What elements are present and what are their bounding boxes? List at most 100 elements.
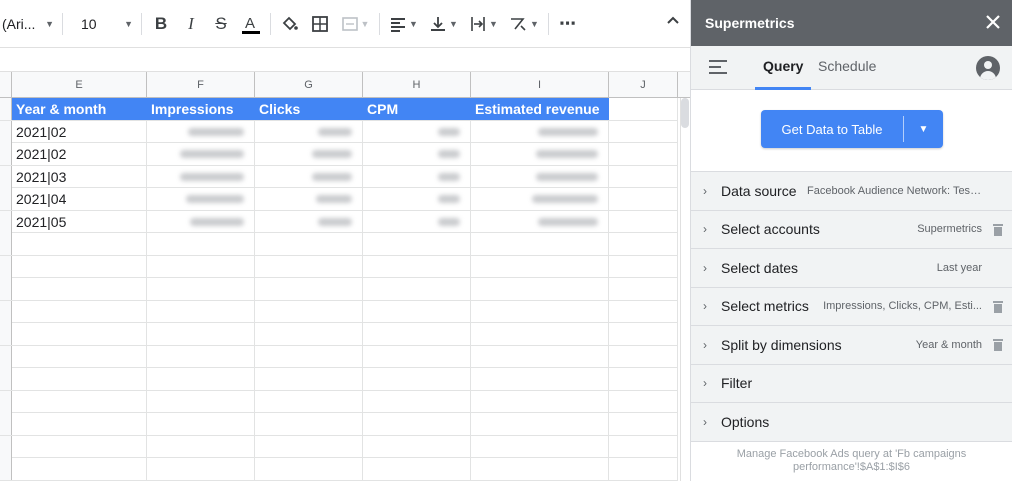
table-cell[interactable]	[255, 413, 363, 435]
table-header-cell[interactable]: Year & month	[12, 98, 147, 120]
table-cell[interactable]	[12, 278, 147, 300]
table-header-cell[interactable]: Impressions	[147, 98, 255, 120]
corner-cell[interactable]	[0, 72, 12, 98]
table-cell[interactable]	[471, 435, 609, 458]
table-cell[interactable]	[147, 345, 255, 368]
table-cell[interactable]	[609, 300, 678, 323]
menu-icon[interactable]	[709, 60, 727, 79]
table-cell[interactable]	[609, 368, 678, 390]
column-header-i[interactable]: I	[471, 72, 609, 98]
table-cell[interactable]: 2021|04	[12, 188, 147, 210]
font-size-select[interactable]: 10 ▼	[67, 16, 137, 32]
row-header[interactable]	[0, 278, 12, 300]
table-cell[interactable]	[147, 435, 255, 458]
text-rotation-button[interactable]: ▼	[504, 9, 544, 39]
table-cell[interactable]	[255, 300, 363, 323]
table-cell[interactable]	[363, 255, 471, 278]
table-cell[interactable]: 2021|03	[12, 165, 147, 188]
borders-button[interactable]	[305, 9, 335, 39]
table-cell[interactable]	[255, 390, 363, 413]
redacted-cell[interactable]	[255, 210, 363, 233]
redacted-cell[interactable]	[147, 210, 255, 233]
italic-button[interactable]: I	[176, 9, 206, 39]
text-color-button[interactable]: A	[236, 9, 266, 39]
table-cell[interactable]	[363, 368, 471, 390]
row-header[interactable]	[0, 435, 12, 458]
redacted-cell[interactable]	[363, 188, 471, 210]
redacted-cell[interactable]	[147, 143, 255, 165]
table-cell[interactable]	[255, 323, 363, 345]
table-cell[interactable]	[363, 345, 471, 368]
row-header[interactable]	[0, 233, 12, 255]
row-header[interactable]	[0, 390, 12, 413]
table-cell[interactable]	[609, 390, 678, 413]
formula-bar[interactable]	[0, 48, 690, 72]
table-cell[interactable]	[12, 368, 147, 390]
row-header[interactable]	[0, 413, 12, 435]
table-cell[interactable]	[255, 233, 363, 255]
table-cell[interactable]	[363, 390, 471, 413]
table-cell[interactable]	[147, 368, 255, 390]
row-header[interactable]	[0, 165, 12, 188]
row-header[interactable]	[0, 458, 12, 480]
row-header[interactable]	[0, 300, 12, 323]
strikethrough-button[interactable]: S	[206, 9, 236, 39]
table-cell[interactable]	[471, 300, 609, 323]
vertical-scrollbar[interactable]	[680, 98, 689, 481]
trash-icon[interactable]	[993, 300, 1003, 318]
redacted-cell[interactable]	[363, 120, 471, 143]
table-cell[interactable]	[12, 435, 147, 458]
table-cell[interactable]	[363, 413, 471, 435]
row-header[interactable]	[0, 345, 12, 368]
table-cell[interactable]	[147, 323, 255, 345]
table-cell[interactable]: 2021|05	[12, 210, 147, 233]
tab-query[interactable]: Query	[763, 58, 803, 74]
redacted-cell[interactable]	[471, 210, 609, 233]
bold-button[interactable]: B	[146, 9, 176, 39]
table-cell[interactable]	[12, 300, 147, 323]
table-cell[interactable]	[609, 98, 678, 120]
row-header[interactable]	[0, 368, 12, 390]
table-cell[interactable]: 2021|02	[12, 120, 147, 143]
table-cell[interactable]: 2021|02	[12, 143, 147, 165]
redacted-cell[interactable]	[255, 165, 363, 188]
table-cell[interactable]	[471, 413, 609, 435]
section-filter[interactable]: › Filter	[691, 364, 1012, 403]
table-header-cell[interactable]: Clicks	[255, 98, 363, 120]
redacted-cell[interactable]	[363, 165, 471, 188]
table-header-cell[interactable]: Estimated revenue	[471, 98, 609, 120]
redacted-cell[interactable]	[255, 188, 363, 210]
table-cell[interactable]	[147, 255, 255, 278]
redacted-cell[interactable]	[255, 143, 363, 165]
table-cell[interactable]	[471, 323, 609, 345]
table-cell[interactable]	[147, 413, 255, 435]
table-cell[interactable]	[609, 435, 678, 458]
table-cell[interactable]	[363, 233, 471, 255]
table-cell[interactable]	[609, 255, 678, 278]
table-cell[interactable]	[255, 255, 363, 278]
chevron-down-icon[interactable]: ▼	[904, 124, 943, 135]
table-cell[interactable]	[255, 368, 363, 390]
table-cell[interactable]	[363, 300, 471, 323]
avatar[interactable]	[976, 56, 1000, 80]
table-cell[interactable]	[471, 233, 609, 255]
section-split-by-dimensions[interactable]: › Split by dimensions Year & month	[691, 326, 1012, 365]
row-header[interactable]	[0, 323, 12, 345]
table-cell[interactable]	[471, 345, 609, 368]
section-select-dates[interactable]: › Select dates Last year	[691, 249, 1012, 288]
table-cell[interactable]	[12, 323, 147, 345]
redacted-cell[interactable]	[471, 143, 609, 165]
table-cell[interactable]	[147, 458, 255, 480]
table-cell[interactable]	[609, 120, 678, 143]
table-cell[interactable]	[12, 255, 147, 278]
chevron-up-icon[interactable]	[666, 12, 680, 30]
fill-color-button[interactable]	[275, 9, 305, 39]
table-cell[interactable]	[363, 458, 471, 480]
row-header[interactable]	[0, 210, 12, 233]
trash-icon[interactable]	[993, 338, 1003, 356]
table-cell[interactable]	[609, 413, 678, 435]
row-header[interactable]	[0, 120, 12, 143]
vertical-align-button[interactable]: ▼	[424, 9, 464, 39]
table-cell[interactable]	[12, 413, 147, 435]
redacted-cell[interactable]	[363, 210, 471, 233]
